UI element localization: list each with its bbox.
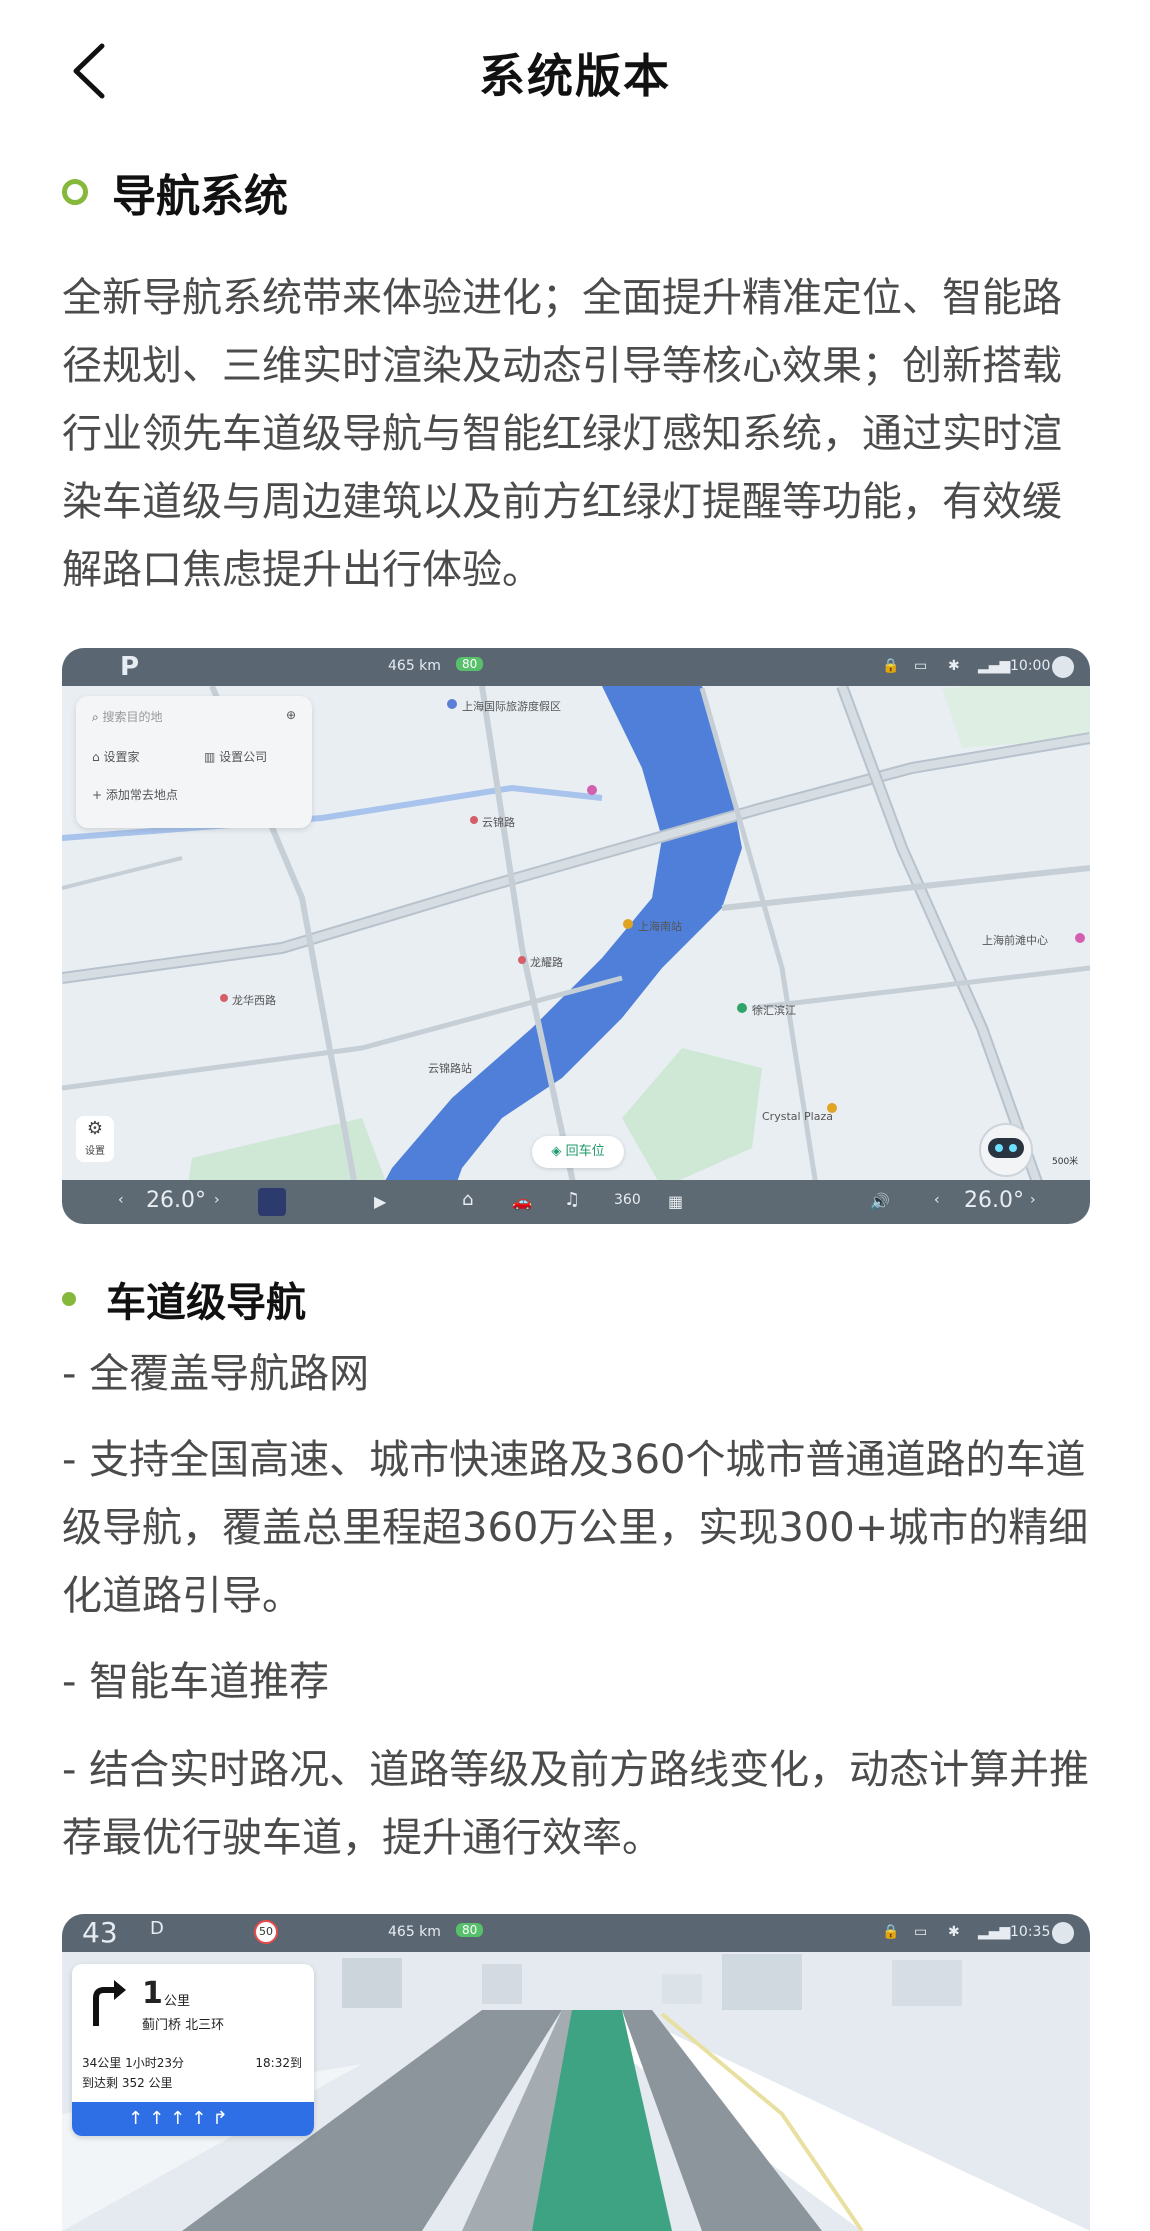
chevron-left-icon[interactable]: ‹ xyxy=(118,1192,124,1208)
status-bar: 43 D 50 465 km 80 🔒 ▭ ✱ ▂▄▆ 10:35 xyxy=(62,1914,1090,1952)
battery-icon: ▭ xyxy=(914,658,928,674)
plus-icon: + xyxy=(92,788,106,802)
scale-label: 500米 xyxy=(1052,1157,1079,1167)
turn-unit: 公里 xyxy=(164,1994,191,2009)
turn-right-arrow-icon xyxy=(93,1980,126,2026)
search-icon: ⌕ xyxy=(92,710,103,724)
trip-summary: 34公里 1小时23分 xyxy=(82,2056,184,2070)
home-icon[interactable]: ⌂ xyxy=(462,1189,473,1210)
volume-icon[interactable]: 🔊 xyxy=(870,1192,890,1211)
car-screen-map-image: P 465 km 80 🔒 ▭ ✱ ▂▄▆ 10:00 ⌕ 搜索目的地 ⊕ ⌂ … xyxy=(62,648,1090,1224)
speed-limit-badge: 50 xyxy=(254,1920,278,1944)
dot-bullet-icon xyxy=(62,1292,76,1306)
car-screen-lane-nav-image: 43 D 50 465 km 80 🔒 ▭ ✱ ▂▄▆ 10:35 1 公里 蓟… xyxy=(62,1914,1090,2231)
building-icon: ▥ xyxy=(204,750,220,764)
search-placeholder: 搜索目的地 xyxy=(102,710,163,724)
lock-icon: 🔒 xyxy=(882,1924,900,1940)
section-title: 导航系统 xyxy=(112,171,288,222)
add-circle-icon[interactable]: ⊕ xyxy=(286,708,296,722)
gear-icon: ⚙ xyxy=(86,1118,104,1139)
back-to-car-button[interactable]: ◈ 回车位 xyxy=(532,1136,624,1168)
temp-right[interactable]: 26.0° xyxy=(964,1188,1024,1213)
map-label: Crystal Plaza xyxy=(762,1110,833,1123)
set-home-button[interactable]: ⌂ 设置家 xyxy=(92,748,139,765)
add-frequent-button[interactable]: + 添加常去地点 xyxy=(92,786,178,803)
map-label: 龙华西路 xyxy=(232,994,276,1007)
map-label: 龙耀路 xyxy=(530,956,563,969)
map-settings-button[interactable]: ⚙ 设置 xyxy=(76,1116,114,1162)
chevron-left-icon[interactable]: ‹ xyxy=(934,1192,940,1208)
clock-text: 10:00 xyxy=(1010,658,1051,674)
clock-text: 10:35 xyxy=(1010,1924,1051,1940)
chevron-right-icon[interactable]: › xyxy=(1030,1192,1036,1208)
section-heading-lane-nav: 车道级导航 xyxy=(62,1270,306,1328)
back-to-car-label: 回车位 xyxy=(565,1144,605,1159)
top-bar: 系统版本 xyxy=(0,0,1150,140)
bluetooth-icon: ✱ xyxy=(948,1924,960,1940)
settings-label: 设置 xyxy=(85,1146,105,1157)
speed-value: 43 xyxy=(82,1916,118,1949)
bottom-dock: ‹ 26.0° › ▶ ⌂ 🚗 ♫ 360 ▦ 🔊 ‹ 26.0° › xyxy=(62,1180,1090,1224)
range-text: 465 km xyxy=(388,658,441,674)
car-icon[interactable]: 🚗 xyxy=(512,1192,532,1211)
feature-title: - 智能车道推荐 xyxy=(62,1659,330,1705)
map-label: 上海国际旅游度假区 xyxy=(462,700,561,713)
search-input[interactable]: ⌕ 搜索目的地 ⊕ xyxy=(92,708,296,725)
battery-badge: 80 xyxy=(456,657,484,671)
music-cover[interactable] xyxy=(258,1188,286,1216)
search-card: ⌕ 搜索目的地 ⊕ ⌂ 设置家 ▥ 设置公司 + 添加常去地点 xyxy=(76,696,312,828)
remaining-range: 到达剩 352 公里 xyxy=(82,2076,173,2090)
set-home-label: 设置家 xyxy=(103,750,140,764)
music-note-icon[interactable]: ♫ xyxy=(564,1189,580,1210)
battery-badge: 80 xyxy=(456,1923,484,1937)
page-title: 系统版本 xyxy=(479,49,671,103)
turn-distance: 1 xyxy=(142,1976,163,2011)
gear-indicator: D xyxy=(150,1918,164,1939)
map-label: 徐汇滨江 xyxy=(752,1004,796,1017)
set-company-button[interactable]: ▥ 设置公司 xyxy=(204,748,267,765)
feature-description: - 支持全国高速、城市快速路及360个城市普通道路的车道级导航，覆盖总里程超36… xyxy=(62,1437,1089,1619)
home-icon: ⌂ xyxy=(92,750,104,764)
turn-guidance-card: 1 公里 蓟门桥 北三环 34公里 1小时23分 18:32到 到达剩 352 … xyxy=(72,1964,314,2136)
bluetooth-icon: ✱ xyxy=(948,658,960,674)
avatar[interactable] xyxy=(1052,1922,1074,1944)
arrival-time: 18:32到 xyxy=(255,2056,302,2070)
map-label: 云锦路 xyxy=(482,816,515,829)
avatar[interactable] xyxy=(1052,656,1074,678)
lock-icon: 🔒 xyxy=(882,658,900,674)
signal-icon: ▂▄▆ xyxy=(978,658,1011,674)
section-title: 车道级导航 xyxy=(106,1280,306,1326)
range-text: 465 km xyxy=(388,1924,441,1940)
add-frequent-label: 添加常去地点 xyxy=(105,788,178,802)
gear-indicator: P xyxy=(120,652,140,682)
status-bar: P 465 km 80 🔒 ▭ ✱ ▂▄▆ 10:00 xyxy=(62,648,1090,686)
signal-icon: ▂▄▆ xyxy=(978,1924,1011,1940)
360-camera-icon[interactable]: 360 xyxy=(614,1192,641,1208)
chevron-right-icon[interactable]: › xyxy=(214,1192,220,1208)
map-label: 云锦路站 xyxy=(428,1062,472,1075)
battery-icon: ▭ xyxy=(914,1924,928,1940)
play-icon[interactable]: ▶ xyxy=(374,1192,386,1211)
set-company-label: 设置公司 xyxy=(219,750,268,764)
section-heading-nav-system: 导航系统 xyxy=(62,160,288,224)
map-label: 上海前滩中心 xyxy=(982,934,1048,947)
lane-guidance-bar: ↑↑↑↑↱ xyxy=(72,2102,314,2136)
ring-bullet-icon xyxy=(62,179,88,205)
map-label: 上海南站 xyxy=(638,920,682,933)
feature-description: - 结合实时路况、道路等级及前方路线变化，动态计算并推荐最优行驶车道，提升通行效… xyxy=(62,1747,1090,1861)
feature-title: - 全覆盖导航路网 xyxy=(62,1351,370,1397)
temp-left[interactable]: 26.0° xyxy=(146,1188,206,1213)
section-description: 全新导航系统带来体验进化；全面提升精准定位、智能路径规划、三维实时渲染及动态引导… xyxy=(62,275,1062,593)
location-icon: ◈ xyxy=(551,1144,566,1159)
apps-grid-icon[interactable]: ▦ xyxy=(668,1192,683,1211)
turn-road: 蓟门桥 北三环 xyxy=(142,2018,225,2033)
